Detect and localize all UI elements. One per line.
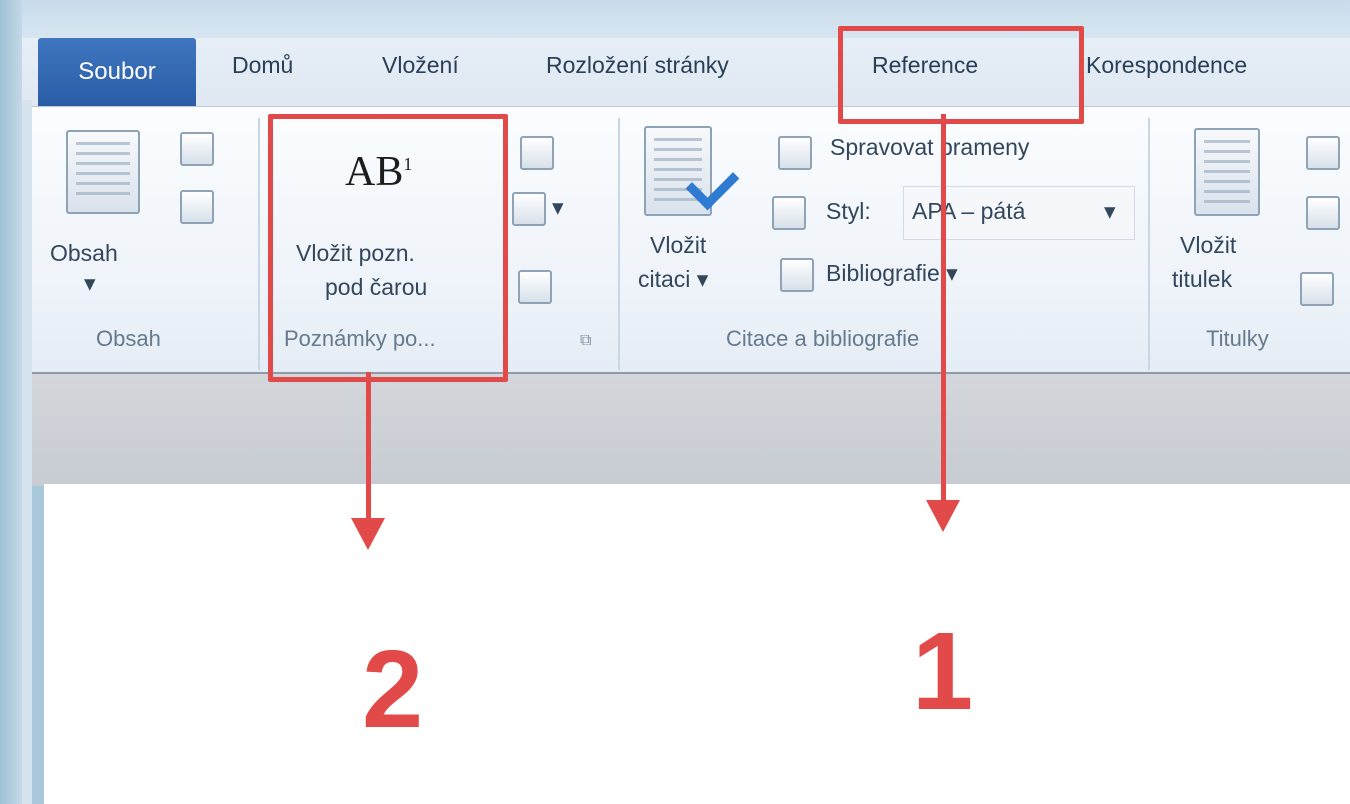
group-label-citations: Citace a bibliografie [726,326,920,351]
document-page[interactable] [44,484,1350,804]
chevron-down-icon: ▾ [84,270,96,296]
group-divider [618,118,620,370]
manage-sources-icon [778,136,812,170]
group-divider [258,118,260,370]
insert-citation-button-line1[interactable]: Vložit [650,228,706,262]
table-of-contents-button[interactable]: Obsah [50,236,118,270]
highlight-references-tab [838,26,1084,124]
table-of-contents-icon [66,130,140,214]
style-dropdown-icon[interactable]: ▾ [1104,198,1116,225]
insert-citation-button-line2[interactable]: citaci ▾ [638,262,708,296]
update-table-icon[interactable] [180,190,214,224]
tab-mailings[interactable]: Korespondence [1086,52,1247,79]
group-label-captions: Titulky [1206,326,1269,351]
update-table-of-figures-icon[interactable] [1306,196,1340,230]
next-footnote-dropdown-icon[interactable]: ▾ [552,194,564,221]
tab-file[interactable]: Soubor [38,38,196,106]
cross-reference-icon[interactable] [1300,272,1334,306]
dialog-launcher-icon[interactable]: ⧉ [580,332,591,350]
ruler-area [32,372,1350,486]
style-icon [772,196,806,230]
manage-sources-button[interactable]: Spravovat prameny [830,134,1029,161]
show-notes-icon[interactable] [518,270,552,304]
window-left-border [22,100,32,804]
tab-home[interactable]: Domů [232,52,293,79]
next-footnote-icon[interactable] [512,192,546,226]
step-number-1: 1 [912,610,974,733]
insert-caption-button-line1[interactable]: Vložit [1180,228,1236,262]
step-number-2: 2 [362,628,424,751]
insert-caption-icon [1194,128,1260,216]
arrow-1-head [926,500,960,532]
window-left-edge [0,0,22,804]
style-label: Styl: [826,198,871,224]
group-divider [1148,118,1150,370]
tab-insert[interactable]: Vložení [382,52,459,79]
insert-table-of-figures-icon[interactable] [1306,136,1340,170]
bibliography-icon [780,258,814,292]
insert-caption-button-line2[interactable]: titulek [1172,262,1232,296]
highlight-insert-footnote [268,114,508,382]
arrow-2-line [366,372,371,522]
add-text-icon[interactable] [180,132,214,166]
insert-endnote-icon[interactable] [520,136,554,170]
arrow-1-line [941,114,946,506]
arrow-2-head [351,518,385,550]
style-select-value: APA – pátá [912,198,1026,224]
group-label-toc: Obsah [96,326,161,351]
tab-page-layout[interactable]: Rozložení stránky [546,52,729,79]
bibliography-button[interactable]: Bibliografie ▾ [826,260,958,287]
